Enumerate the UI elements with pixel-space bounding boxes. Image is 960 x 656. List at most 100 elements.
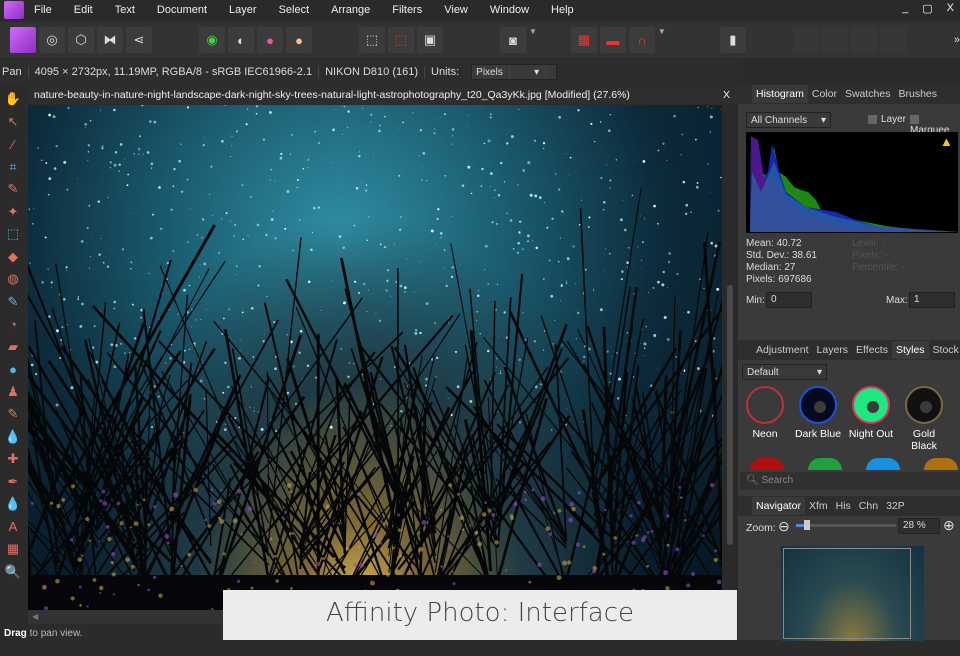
arrange-back-icon[interactable] <box>793 27 819 53</box>
snapping-icon[interactable]: ▬ <box>600 27 626 53</box>
clone-tool-icon[interactable]: ♟ <box>3 381 23 404</box>
pen-tool-icon[interactable]: ✒ <box>3 471 23 494</box>
navigator-preview[interactable] <box>781 546 924 641</box>
tab-adjustment[interactable]: Adjustment <box>752 341 813 359</box>
tone-mapping-persona-icon[interactable]: ⧓ <box>97 27 123 53</box>
white-balance-icon[interactable]: ● <box>286 27 312 53</box>
menu-document[interactable]: Document <box>157 4 207 16</box>
erase-brush-icon[interactable]: ▰ <box>3 336 23 359</box>
tab-channels[interactable]: Chn <box>855 497 882 515</box>
arrange-backward-icon[interactable] <box>822 27 848 53</box>
selection-brush-icon[interactable]: ✎ <box>3 178 23 201</box>
menu-layer[interactable]: Layer <box>229 4 257 16</box>
zoom-tool-icon[interactable]: 🔍 <box>3 561 23 584</box>
tab-32p[interactable]: 32P <box>882 497 909 515</box>
gradient-tool-icon[interactable]: ◍ <box>3 268 23 291</box>
document-tab[interactable]: nature-beauty-in-nature-night-landscape-… <box>28 86 738 104</box>
style-neon[interactable]: Neon <box>740 386 790 456</box>
tab-layers[interactable]: Layers <box>813 341 853 359</box>
inpainting-icon[interactable]: ✎ <box>3 403 23 426</box>
menu-view[interactable]: View <box>444 4 468 16</box>
healing-tool-icon[interactable]: ✚ <box>3 448 23 471</box>
export-persona-icon[interactable]: ⋖ <box>126 27 152 53</box>
paint-brush-icon[interactable]: ✎ <box>3 291 23 314</box>
styles-search-input[interactable]: 🔍︎ Search <box>740 472 960 490</box>
color-picker-icon[interactable]: ⁄ <box>3 133 23 156</box>
canvas-image[interactable] <box>28 105 722 610</box>
select-all-icon[interactable]: ⬚ <box>359 27 385 53</box>
style-thumbnail[interactable] <box>750 458 784 470</box>
arrange-forward-icon[interactable] <box>851 27 877 53</box>
snapping-grid-icon[interactable]: ▦ <box>571 27 597 53</box>
zoom-in-button[interactable]: ⊕ <box>943 517 955 534</box>
tab-history[interactable]: His <box>832 497 855 515</box>
zoom-slider[interactable] <box>796 524 896 527</box>
tab-color[interactable]: Color <box>808 85 841 103</box>
minimize-button[interactable]: _ <box>902 2 908 15</box>
move-tool-icon[interactable]: ↖ <box>3 111 23 134</box>
chevron-down-icon[interactable]: ▼ <box>658 27 666 53</box>
tab-navigator[interactable]: Navigator <box>752 497 805 515</box>
style-dark-blue[interactable]: Dark Blue <box>793 386 843 456</box>
liquify-persona-icon[interactable]: ◎ <box>39 27 65 53</box>
menu-file[interactable]: File <box>34 4 52 16</box>
menu-help[interactable]: Help <box>551 4 574 16</box>
develop-persona-icon[interactable]: ⬡ <box>68 27 94 53</box>
menu-arrange[interactable]: Arrange <box>331 4 370 16</box>
flood-select-icon[interactable]: ✦ <box>3 201 23 224</box>
style-thumbnail[interactable] <box>866 458 900 470</box>
style-thumbnail[interactable] <box>808 458 842 470</box>
pan-tool-icon[interactable]: ✋ <box>3 88 23 111</box>
tab-brushes[interactable]: Brushes <box>894 85 941 103</box>
menu-text[interactable]: Text <box>115 4 135 16</box>
mesh-warp-icon[interactable]: ▦ <box>3 538 23 561</box>
chevron-down-icon[interactable]: ▼ <box>529 27 537 53</box>
deselect-icon[interactable]: ⬚ <box>388 27 414 53</box>
maximize-button[interactable]: ▢ <box>922 2 932 15</box>
color-replace-icon[interactable]: ◔ <box>3 313 23 336</box>
tab-transform[interactable]: Xfm <box>805 497 832 515</box>
scroll-thumb[interactable] <box>727 285 733 545</box>
black-white-icon[interactable]: ◐ <box>228 27 254 53</box>
menu-select[interactable]: Select <box>279 4 310 16</box>
menu-filters[interactable]: Filters <box>392 4 422 16</box>
hsl-icon[interactable]: ● <box>257 27 283 53</box>
arrange-front-icon[interactable] <box>880 27 906 53</box>
photo-persona-button[interactable] <box>10 27 36 53</box>
zoom-value-input[interactable]: 28 % <box>898 518 940 534</box>
assistant-icon[interactable]: ▮ <box>720 27 746 53</box>
scroll-left-icon[interactable]: ◀ <box>32 612 38 621</box>
tab-styles[interactable]: Styles <box>892 341 929 359</box>
tab-histogram[interactable]: Histogram <box>752 85 808 103</box>
zoom-out-button[interactable]: ⊖ <box>778 518 790 535</box>
dodge-tool-icon[interactable]: ● <box>3 358 23 381</box>
close-document-button[interactable]: X <box>723 89 730 101</box>
style-gold-black[interactable]: Gold Black <box>899 386 949 456</box>
quick-mask-icon[interactable]: ◙ <box>500 27 526 53</box>
max-input[interactable]: 1 <box>909 292 955 308</box>
toolbar-overflow-icon[interactable]: » <box>954 34 960 46</box>
tab-swatches[interactable]: Swatches <box>841 85 895 103</box>
text-tool-icon[interactable]: A <box>3 516 23 539</box>
crop-tool-icon[interactable]: ⌗ <box>3 156 23 179</box>
min-input[interactable]: 0 <box>766 292 812 308</box>
style-category-dropdown[interactable]: Default▾ <box>742 364 827 380</box>
red-eye-icon[interactable]: 💧 <box>3 493 23 516</box>
navigator-viewport[interactable] <box>783 548 911 639</box>
units-dropdown[interactable]: Pixels▾ <box>471 64 557 80</box>
close-window-button[interactable]: X <box>947 2 954 15</box>
vertical-scrollbar[interactable] <box>722 105 738 610</box>
tab-stock[interactable]: Stock <box>929 341 960 359</box>
channel-dropdown[interactable]: All Channels▾ <box>746 112 831 128</box>
menu-edit[interactable]: Edit <box>74 4 93 16</box>
marquee-tool-icon[interactable]: ⬚ <box>3 223 23 246</box>
invert-selection-icon[interactable]: ▣ <box>417 27 443 53</box>
menu-window[interactable]: Window <box>490 4 529 16</box>
fill-tool-icon[interactable]: ◆ <box>3 246 23 269</box>
layer-checkbox[interactable]: Layer <box>868 114 906 125</box>
tab-effects[interactable]: Effects <box>852 341 892 359</box>
blur-tool-icon[interactable]: 💧 <box>3 426 23 449</box>
levels-icon[interactable]: ◉ <box>199 27 225 53</box>
style-thumbnail[interactable] <box>924 458 958 470</box>
magnet-icon[interactable]: ∩ <box>629 27 655 53</box>
